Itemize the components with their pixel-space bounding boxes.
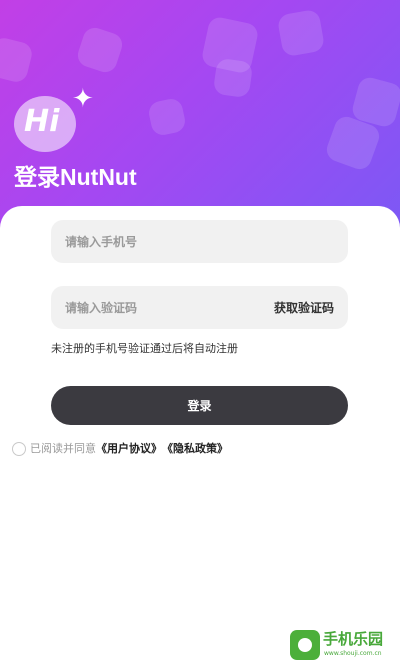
agreement-row: 已阅读并同意 《用户协议》 《隐私政策》	[12, 441, 228, 457]
watermark-url: www.shouji.com.cn	[324, 650, 382, 657]
logo-text: Hi	[24, 104, 60, 139]
register-hint: 未注册的手机号验证通过后将自动注册	[51, 342, 238, 355]
decor-tile	[276, 8, 326, 58]
page-title: 登录NutNut	[14, 164, 137, 190]
decor-tile	[146, 96, 188, 138]
user-agreement-link[interactable]: 《用户协议》	[96, 441, 162, 457]
decor-tile	[212, 57, 254, 99]
watermark: 手机乐园 www.shouji.com.cn	[290, 628, 390, 664]
agreement-prefix: 已阅读并同意	[30, 442, 96, 455]
phone-field	[51, 220, 348, 263]
watermark-title: 手机乐园	[323, 630, 384, 648]
radio-unchecked-icon[interactable]	[12, 442, 26, 456]
code-input[interactable]	[65, 300, 225, 315]
watermark-logo-icon	[290, 630, 320, 660]
hero-banner: Hi ✦ 登录NutNut	[0, 0, 400, 240]
login-button[interactable]: 登录	[51, 386, 348, 425]
sparkle-icon: ✦	[72, 84, 94, 114]
decor-tile	[74, 24, 126, 76]
phone-input[interactable]	[65, 234, 255, 249]
app-logo: Hi ✦	[14, 84, 94, 158]
get-code-button[interactable]: 获取验证码	[274, 299, 334, 316]
decor-tile	[0, 35, 35, 85]
privacy-policy-link[interactable]: 《隐私政策》	[162, 441, 228, 457]
code-field: 获取验证码	[51, 286, 348, 329]
login-card	[0, 206, 400, 670]
